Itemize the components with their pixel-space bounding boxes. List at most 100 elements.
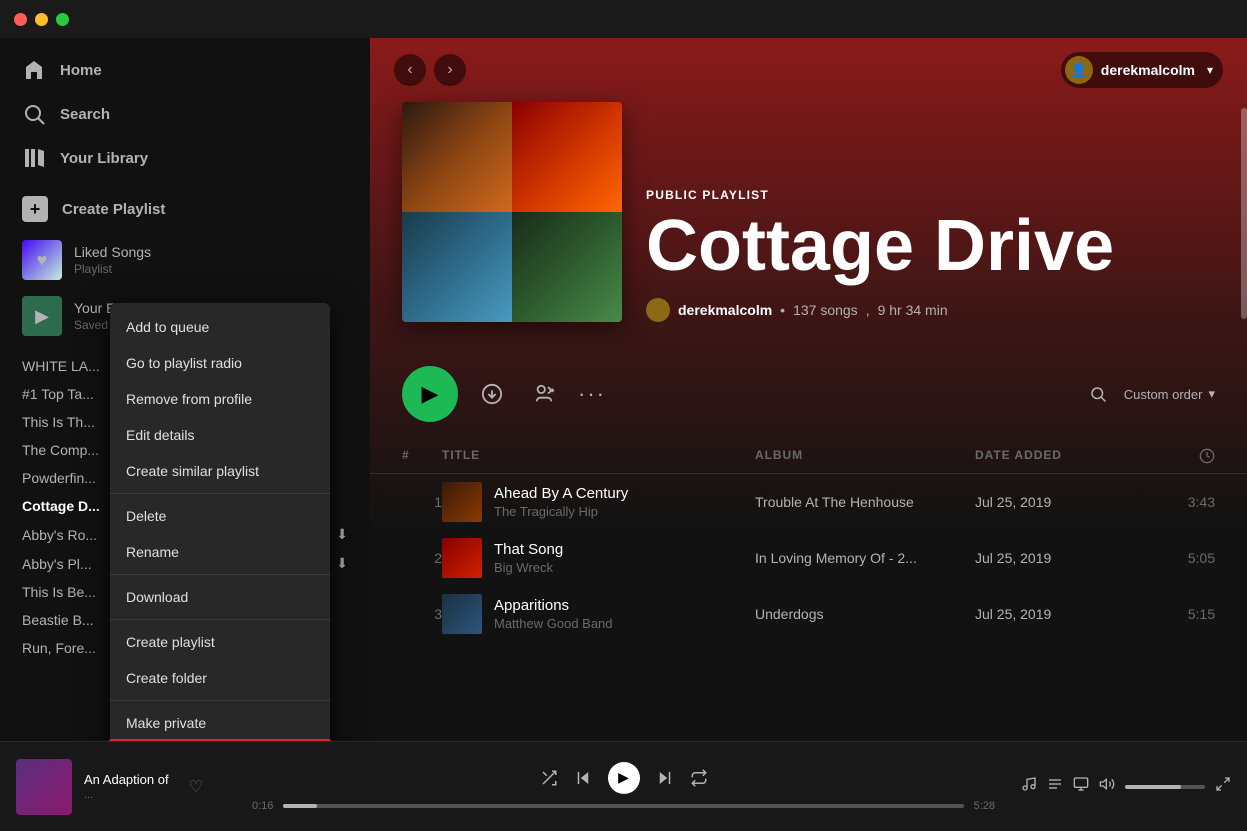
ctx-remove-profile[interactable]: Remove from profile bbox=[110, 381, 330, 417]
nav-library-label: Your Library bbox=[60, 150, 148, 167]
nav-home[interactable]: Home bbox=[0, 48, 370, 92]
maximize-button[interactable] bbox=[56, 13, 69, 26]
progress-track[interactable] bbox=[283, 804, 963, 808]
heart-button[interactable]: ♡ bbox=[189, 777, 203, 797]
close-button[interactable] bbox=[14, 13, 27, 26]
playlist-label: Powderfin... bbox=[22, 470, 96, 486]
ctx-label: Create similar playlist bbox=[126, 463, 259, 479]
table-row[interactable]: 3 Apparitions Matthew Good Band Underdog… bbox=[386, 586, 1231, 642]
ctx-label: Add to queue bbox=[126, 319, 209, 335]
playlist-label: Cottage D... bbox=[22, 498, 100, 514]
player-bar: An Adaption of ... ♡ ▶ 0:16 5: bbox=[0, 741, 1247, 831]
shuffle-button[interactable] bbox=[540, 769, 558, 787]
now-playing-name: An Adaption of bbox=[84, 772, 169, 787]
fullscreen-button[interactable] bbox=[1215, 776, 1231, 797]
ctx-add-queue[interactable]: Add to queue bbox=[110, 309, 330, 345]
ctx-create-folder[interactable]: Create folder bbox=[110, 660, 330, 696]
user-menu[interactable]: 👤 derekmalcolm ▾ bbox=[1061, 52, 1223, 88]
ctx-make-private[interactable]: Make private bbox=[110, 705, 330, 741]
track-thumbnail bbox=[442, 538, 482, 578]
ctx-edit-details[interactable]: Edit details bbox=[110, 417, 330, 453]
nav-search[interactable]: Search bbox=[0, 92, 370, 136]
more-options-button[interactable]: ··· bbox=[578, 381, 606, 407]
playlist-play-button[interactable]: ▶ bbox=[402, 366, 458, 422]
app-body: Home Search Your Library + Create Playli… bbox=[0, 38, 1247, 741]
ctx-download[interactable]: Download bbox=[110, 579, 330, 615]
nav-home-label: Home bbox=[60, 62, 102, 79]
download-icon: ⬇ bbox=[336, 526, 348, 543]
order-label: Custom order bbox=[1124, 387, 1203, 402]
ctx-divider-2 bbox=[110, 574, 330, 575]
track-thumbnail bbox=[442, 594, 482, 634]
cover-cell-4 bbox=[512, 212, 622, 322]
ctx-label: Delete bbox=[126, 508, 166, 524]
ctx-go-radio[interactable]: Go to playlist radio bbox=[110, 345, 330, 381]
track-info: Apparitions Matthew Good Band bbox=[442, 594, 755, 634]
main-header: ‹ › 👤 derekmalcolm ▾ bbox=[370, 38, 1247, 102]
table-row[interactable]: 1 Ahead By A Century The Tragically Hip … bbox=[386, 474, 1231, 530]
track-list-header: # TITLE ALBUM DATE ADDED bbox=[370, 442, 1247, 474]
next-button[interactable] bbox=[656, 769, 674, 787]
download-button[interactable] bbox=[474, 376, 510, 412]
track-album: In Loving Memory Of - 2... bbox=[755, 550, 975, 566]
repeat-button[interactable] bbox=[690, 769, 708, 787]
ctx-create-playlist[interactable]: Create playlist bbox=[110, 624, 330, 660]
ctx-label: Go to playlist radio bbox=[126, 355, 242, 371]
progress-fill bbox=[283, 804, 317, 808]
track-name: That Song bbox=[494, 541, 563, 558]
col-date: DATE ADDED bbox=[975, 448, 1135, 467]
track-number: 2 bbox=[402, 550, 442, 566]
track-artist: Big Wreck bbox=[494, 560, 563, 575]
table-row[interactable]: 2 That Song Big Wreck In Loving Memory O… bbox=[386, 530, 1231, 586]
search-tracks-button[interactable] bbox=[1080, 376, 1116, 412]
playlist-meta: derekmalcolm • 137 songs , 9 hr 34 min bbox=[646, 298, 1114, 322]
track-number: 3 bbox=[402, 606, 442, 622]
minimize-button[interactable] bbox=[35, 13, 48, 26]
time-current: 0:16 bbox=[252, 800, 273, 812]
time-total: 5:28 bbox=[974, 800, 995, 812]
ctx-delete[interactable]: Delete bbox=[110, 498, 330, 534]
ctx-rename[interactable]: Rename bbox=[110, 534, 330, 570]
track-duration: 5:05 bbox=[1135, 550, 1215, 566]
playlist-label: Abby's Ro... bbox=[22, 527, 97, 543]
track-date: Jul 25, 2019 bbox=[975, 550, 1135, 566]
nav-library[interactable]: Your Library bbox=[0, 136, 370, 180]
ctx-divider-1 bbox=[110, 493, 330, 494]
avatar: 👤 bbox=[1065, 56, 1093, 84]
play-pause-button[interactable]: ▶ bbox=[608, 762, 640, 794]
col-album: ALBUM bbox=[755, 448, 975, 467]
add-user-button[interactable] bbox=[526, 376, 562, 412]
back-button[interactable]: ‹ bbox=[394, 54, 426, 86]
track-artist: Matthew Good Band bbox=[494, 616, 613, 631]
playlist-label: Abby's Pl... bbox=[22, 556, 92, 572]
ctx-label: Download bbox=[126, 589, 188, 605]
volume-track[interactable] bbox=[1125, 785, 1205, 789]
ctx-create-similar[interactable]: Create similar playlist bbox=[110, 453, 330, 489]
search-icon bbox=[22, 102, 46, 126]
now-playing-thumbnail bbox=[16, 759, 72, 815]
playlist-type: PUBLIC PLAYLIST bbox=[646, 188, 1114, 202]
track-info: That Song Big Wreck bbox=[442, 538, 755, 578]
track-list: 1 Ahead By A Century The Tragically Hip … bbox=[370, 474, 1247, 741]
cover-cell-1 bbox=[402, 102, 512, 212]
ctx-label: Create folder bbox=[126, 670, 207, 686]
track-artist: The Tragically Hip bbox=[494, 504, 628, 519]
playlist-label: The Comp... bbox=[22, 442, 99, 458]
custom-order-button[interactable]: Custom order ▾ bbox=[1124, 386, 1215, 402]
progress-bar: 0:16 5:28 bbox=[252, 800, 995, 812]
track-thumbnail bbox=[442, 482, 482, 522]
previous-button[interactable] bbox=[574, 769, 592, 787]
meta-duration: 9 hr 34 min bbox=[878, 302, 948, 318]
forward-button[interactable]: › bbox=[434, 54, 466, 86]
volume-button[interactable] bbox=[1099, 776, 1115, 797]
sidebar-item-liked-songs[interactable]: ♥ Liked Songs Playlist bbox=[0, 232, 370, 288]
col-num: # bbox=[402, 448, 442, 467]
scrollbar[interactable] bbox=[1241, 38, 1247, 741]
playlist-label: Beastie B... bbox=[22, 612, 94, 628]
create-playlist-button[interactable]: + Create Playlist bbox=[0, 186, 370, 232]
col-title: TITLE bbox=[442, 448, 755, 467]
title-bar bbox=[0, 0, 1247, 38]
connect-device-button[interactable] bbox=[1073, 776, 1089, 797]
queue-button[interactable] bbox=[1047, 776, 1063, 797]
lyrics-button[interactable] bbox=[1021, 776, 1037, 797]
